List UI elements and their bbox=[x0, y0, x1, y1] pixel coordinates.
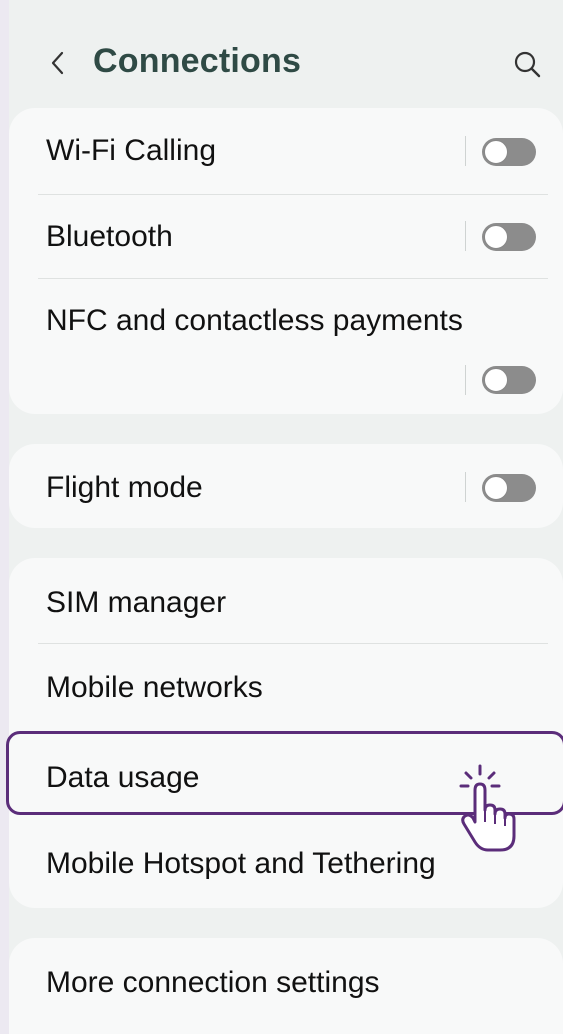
row-label: Mobile Hotspot and Tethering bbox=[46, 847, 436, 880]
sim-manager-row[interactable]: SIM manager bbox=[9, 558, 563, 643]
row-label: More connection settings bbox=[46, 966, 380, 999]
header: Connections bbox=[9, 0, 563, 108]
nfc-toggle[interactable] bbox=[482, 366, 536, 394]
row-label: Flight mode bbox=[46, 471, 203, 504]
separator bbox=[465, 365, 466, 395]
wifi-calling-toggle[interactable] bbox=[482, 138, 536, 166]
card-flight: Flight mode bbox=[9, 444, 563, 528]
more-connection-settings-row[interactable]: More connection settings bbox=[9, 938, 563, 1028]
wifi-calling-row[interactable]: Wi-Fi Calling bbox=[9, 108, 563, 194]
separator bbox=[465, 472, 466, 502]
connections-screen: Connections Wi-Fi Calling Bluetooth NFC … bbox=[9, 0, 563, 1034]
card-more: More connection settings bbox=[9, 938, 563, 1034]
card-network: Wi-Fi Calling Bluetooth NFC and contactl… bbox=[9, 108, 563, 414]
separator bbox=[465, 136, 466, 166]
row-label: Bluetooth bbox=[46, 220, 173, 253]
row-label: NFC and contactless payments bbox=[46, 304, 463, 337]
page-title: Connections bbox=[93, 42, 302, 80]
separator bbox=[465, 221, 466, 251]
flight-mode-row[interactable]: Flight mode bbox=[9, 444, 563, 528]
row-label: Wi-Fi Calling bbox=[46, 134, 217, 167]
chevron-left-icon[interactable] bbox=[43, 48, 73, 78]
flight-mode-toggle[interactable] bbox=[482, 474, 536, 502]
mobile-networks-row[interactable]: Mobile networks bbox=[9, 643, 563, 729]
row-label: SIM manager bbox=[46, 586, 227, 619]
tap-hand-icon bbox=[459, 764, 516, 852]
nfc-row[interactable]: NFC and contactless payments bbox=[9, 278, 563, 414]
row-label: Mobile networks bbox=[46, 671, 263, 704]
bluetooth-toggle[interactable] bbox=[482, 223, 536, 251]
search-icon[interactable] bbox=[511, 48, 543, 80]
bluetooth-row[interactable]: Bluetooth bbox=[9, 194, 563, 278]
